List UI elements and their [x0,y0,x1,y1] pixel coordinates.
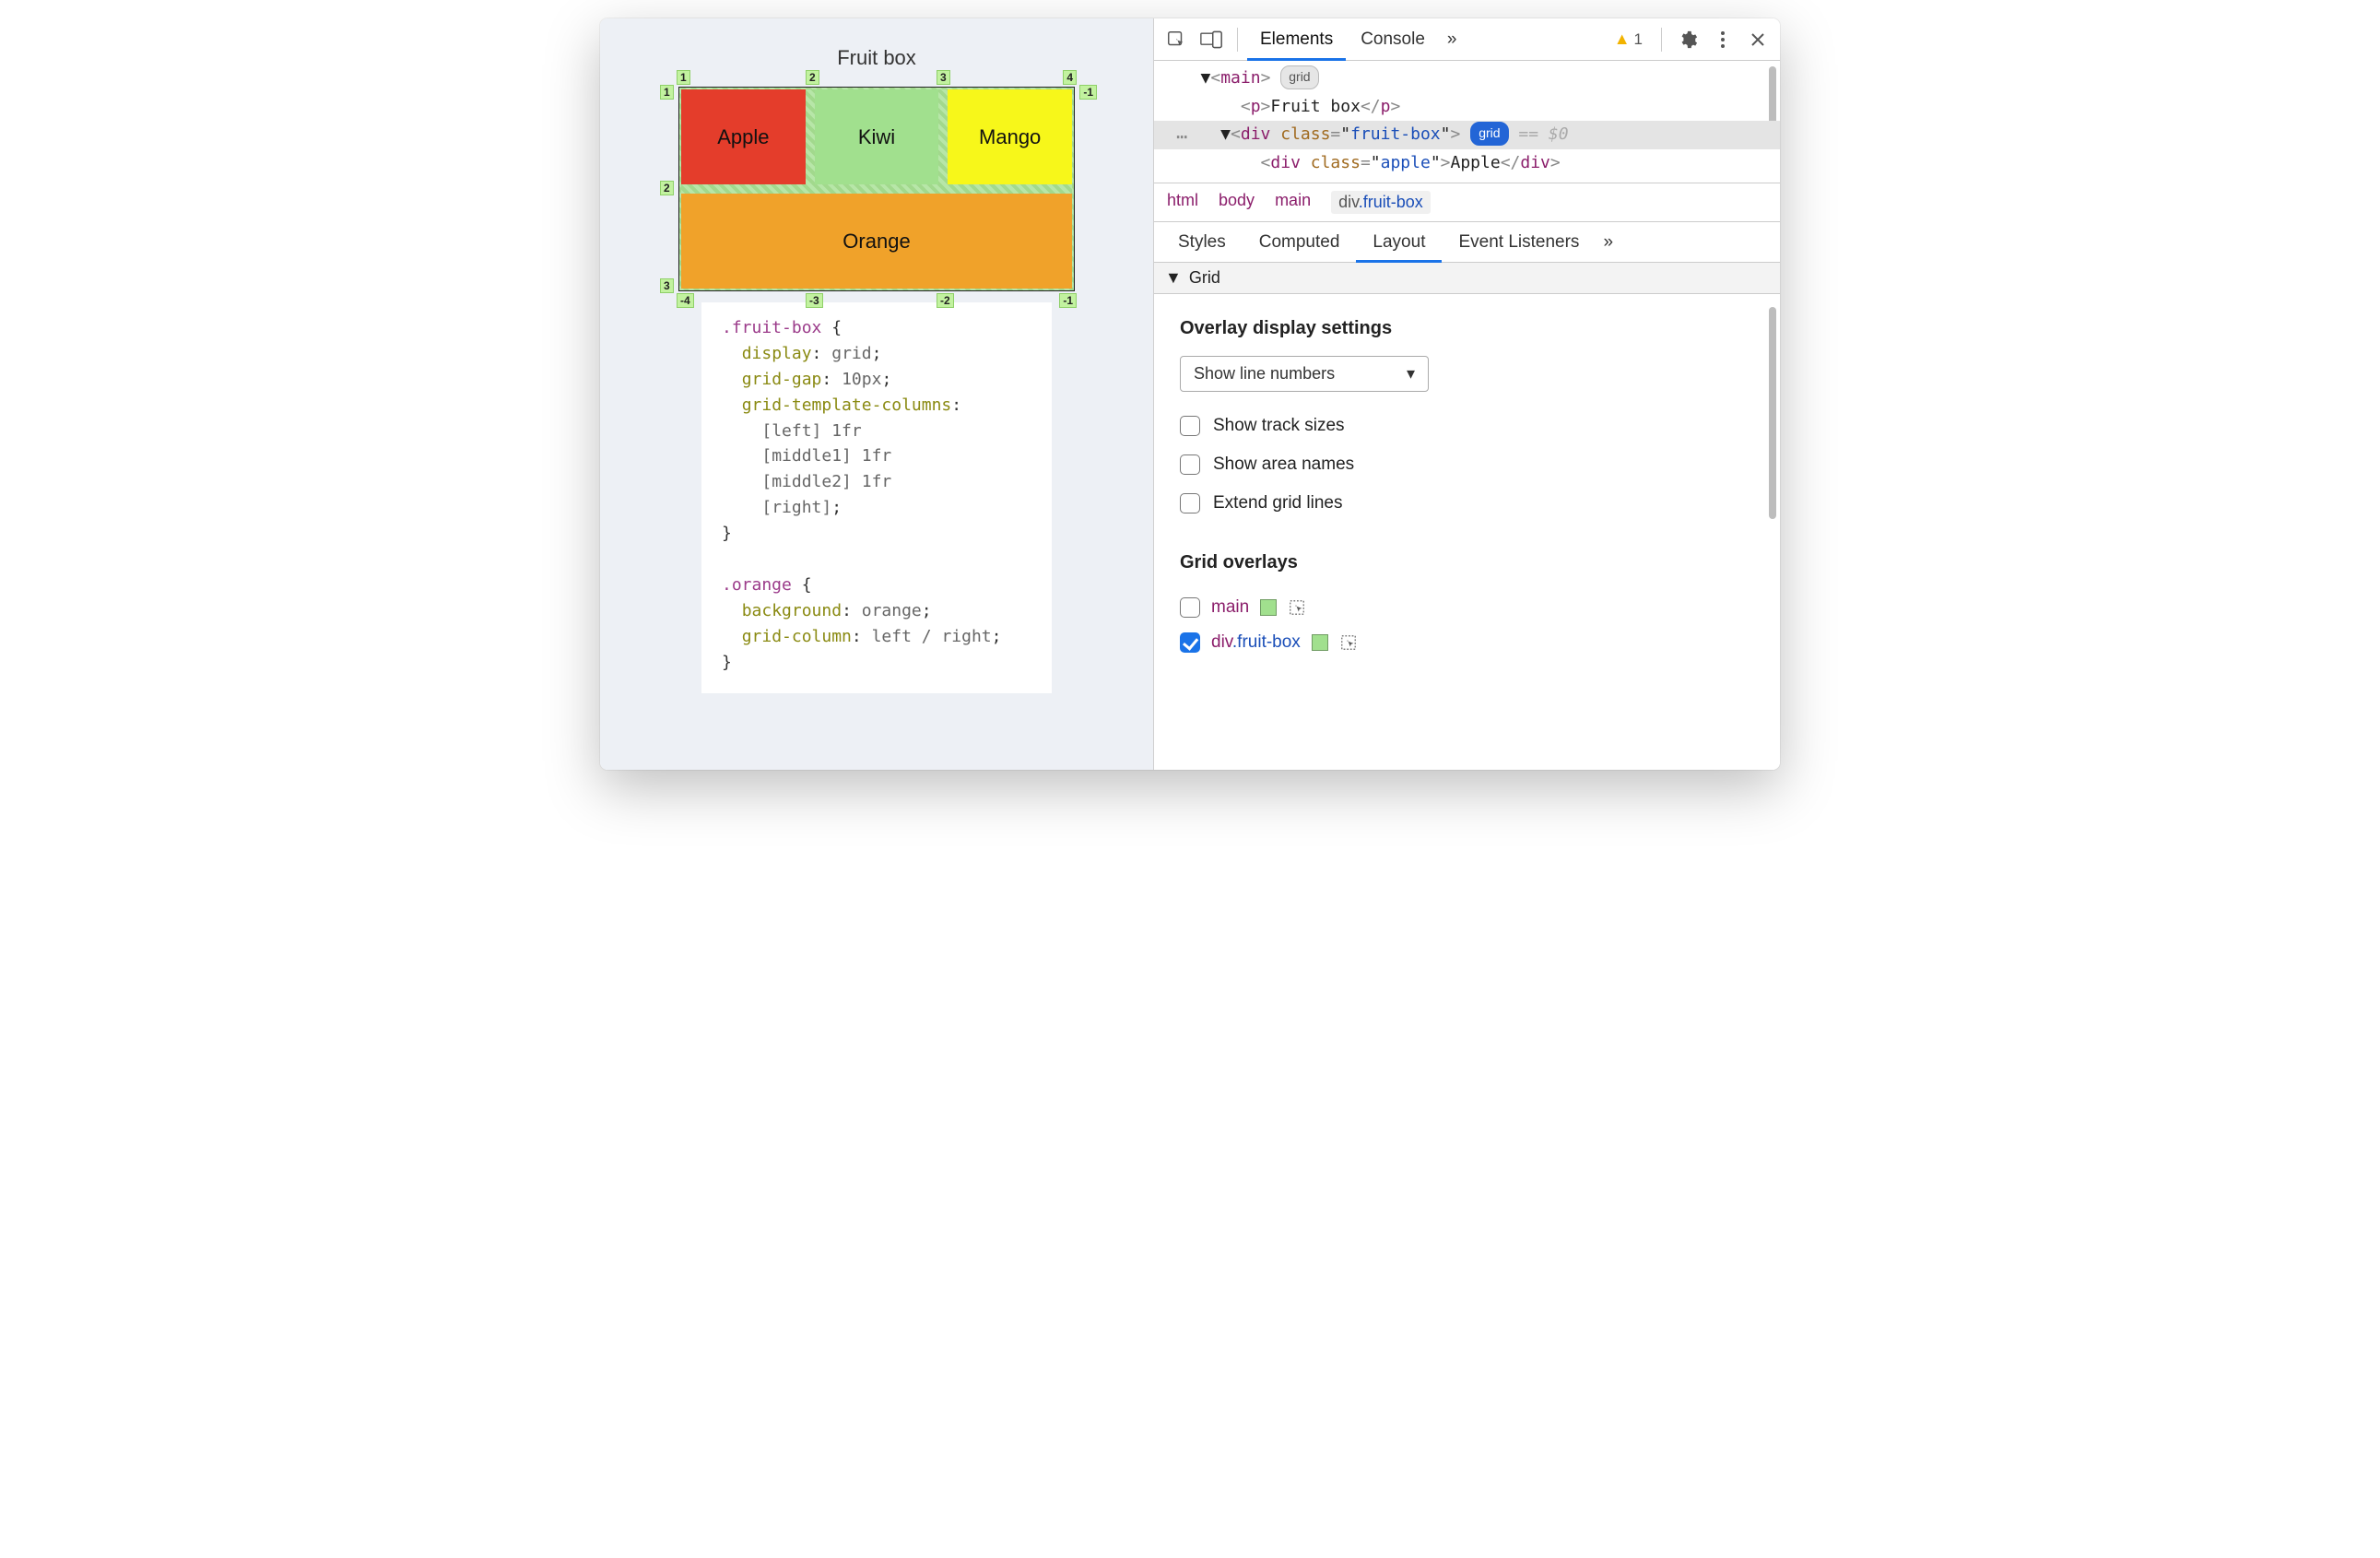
dom-node-p[interactable]: <p>Fruit box</p> [1171,93,1780,122]
chevron-down-icon: ▾ [1407,364,1415,384]
grid-line-label: -3 [806,293,823,308]
grid-line-label: 2 [806,70,819,85]
checkbox[interactable] [1180,416,1200,436]
grid-line-label: 1 [677,70,690,85]
row-actions-icon[interactable]: ⋯ [1176,121,1187,152]
fruit-box-grid: Apple Kiwi Mango Orange [681,89,1072,289]
crumb-html[interactable]: html [1167,191,1198,214]
grid-line-label: -2 [937,293,954,308]
dom-breadcrumb[interactable]: html body main div.fruit-box [1154,183,1780,222]
subtab-computed[interactable]: Computed [1243,222,1357,263]
reveal-in-tree-icon[interactable] [1339,633,1358,652]
overlay-element-name: main [1211,597,1249,618]
settings-icon[interactable] [1671,23,1704,56]
overlay-settings-title: Overlay display settings [1180,318,1754,339]
overlay-element-name: div.fruit-box [1211,632,1301,653]
css-selector: .orange [722,575,792,595]
dom-node-apple[interactable]: <div class="apple">Apple</div> [1171,149,1780,178]
disclosure-triangle-icon: ▼ [1165,268,1182,288]
styles-pane-tabs: Styles Computed Layout Event Listeners » [1154,222,1780,263]
color-swatch[interactable] [1260,599,1277,616]
option-show-track-sizes[interactable]: Show track sizes [1180,407,1754,445]
grid-line-label: 3 [660,278,674,293]
subtab-styles[interactable]: Styles [1161,222,1243,263]
selected-node-marker: == $0 [1518,124,1568,144]
preview-title: Fruit box [646,46,1107,70]
grid-line-label: -1 [1059,293,1077,308]
subtab-listeners[interactable]: Event Listeners [1442,222,1596,263]
cell-kiwi: Kiwi [815,89,939,184]
subtab-overflow[interactable]: » [1596,222,1620,263]
tab-console[interactable]: Console [1348,18,1438,61]
dom-tree[interactable]: ▼<main> grid <p>Fruit box</p> ⋯ ▼<div cl… [1154,61,1780,183]
grid-line-label: 4 [1063,70,1077,85]
grid-overlays-title: Grid overlays [1180,552,1754,573]
tabs-overflow[interactable]: » [1440,18,1465,61]
crumb-main[interactable]: main [1275,191,1311,214]
checkbox[interactable] [1180,454,1200,475]
line-numbers-select[interactable]: Show line numbers ▾ [1180,356,1429,392]
tab-elements[interactable]: Elements [1247,18,1346,61]
layout-panel-body: Overlay display settings Show line numbe… [1154,294,1780,770]
warning-badge[interactable]: ▲ 1 [1605,30,1652,49]
subtab-layout[interactable]: Layout [1356,222,1442,263]
cell-mango: Mango [948,89,1072,184]
select-value: Show line numbers [1194,364,1335,384]
app-window: Fruit box 1 2 3 4 1 2 3 -1 -4 -3 -2 -1 A… [600,18,1780,770]
checkbox[interactable] [1180,493,1200,513]
grid-line-label: -1 [1079,85,1097,100]
crumb-active[interactable]: div.fruit-box [1331,191,1431,214]
cell-apple: Apple [681,89,806,184]
css-code-card: .fruit-box { display: grid; grid-gap: 10… [701,302,1052,693]
devtools-toolbar: Elements Console » ▲ 1 [1154,18,1780,61]
option-label: Show area names [1213,454,1354,475]
inspect-icon[interactable] [1160,23,1193,56]
scrollbar[interactable] [1769,307,1776,519]
option-extend-grid-lines[interactable]: Extend grid lines [1180,484,1754,523]
page-preview-pane: Fruit box 1 2 3 4 1 2 3 -1 -4 -3 -2 -1 A… [600,18,1153,770]
section-title: Grid [1189,268,1220,288]
warning-icon: ▲ [1614,30,1631,49]
option-show-area-names[interactable]: Show area names [1180,445,1754,484]
grid-line-label: 3 [937,70,950,85]
grid-overlay-visual: 1 2 3 4 1 2 3 -1 -4 -3 -2 -1 Apple Kiwi … [678,87,1075,291]
crumb-body[interactable]: body [1219,191,1255,214]
grid-line-label: 2 [660,181,674,195]
close-icon[interactable] [1741,23,1774,56]
option-label: Extend grid lines [1213,493,1342,513]
color-swatch[interactable] [1312,634,1328,651]
devtools-pane: Elements Console » ▲ 1 ▼<main> grid [1153,18,1780,770]
warning-count: 1 [1634,30,1643,49]
grid-badge[interactable]: grid [1470,122,1508,146]
css-selector: .fruit-box [722,318,821,337]
dom-node-fruit-box[interactable]: ▼<div class="fruit-box"> grid == $0 [1154,121,1780,149]
option-label: Show track sizes [1213,416,1345,436]
grid-badge[interactable]: grid [1280,65,1318,89]
kebab-menu-icon[interactable] [1706,23,1739,56]
grid-section-header[interactable]: ▼ Grid [1154,263,1780,294]
checkbox[interactable] [1180,597,1200,618]
grid-line-label: -4 [677,293,694,308]
device-toggle-icon[interactable] [1195,23,1228,56]
overlay-item-fruit-box[interactable]: div.fruit-box [1180,625,1754,660]
grid-line-label: 1 [660,85,674,100]
dom-node-main[interactable]: ▼<main> grid [1171,65,1780,93]
cell-orange: Orange [681,194,1072,289]
reveal-in-tree-icon[interactable] [1288,598,1306,617]
checkbox[interactable] [1180,632,1200,653]
overlay-item-main[interactable]: main [1180,590,1754,625]
